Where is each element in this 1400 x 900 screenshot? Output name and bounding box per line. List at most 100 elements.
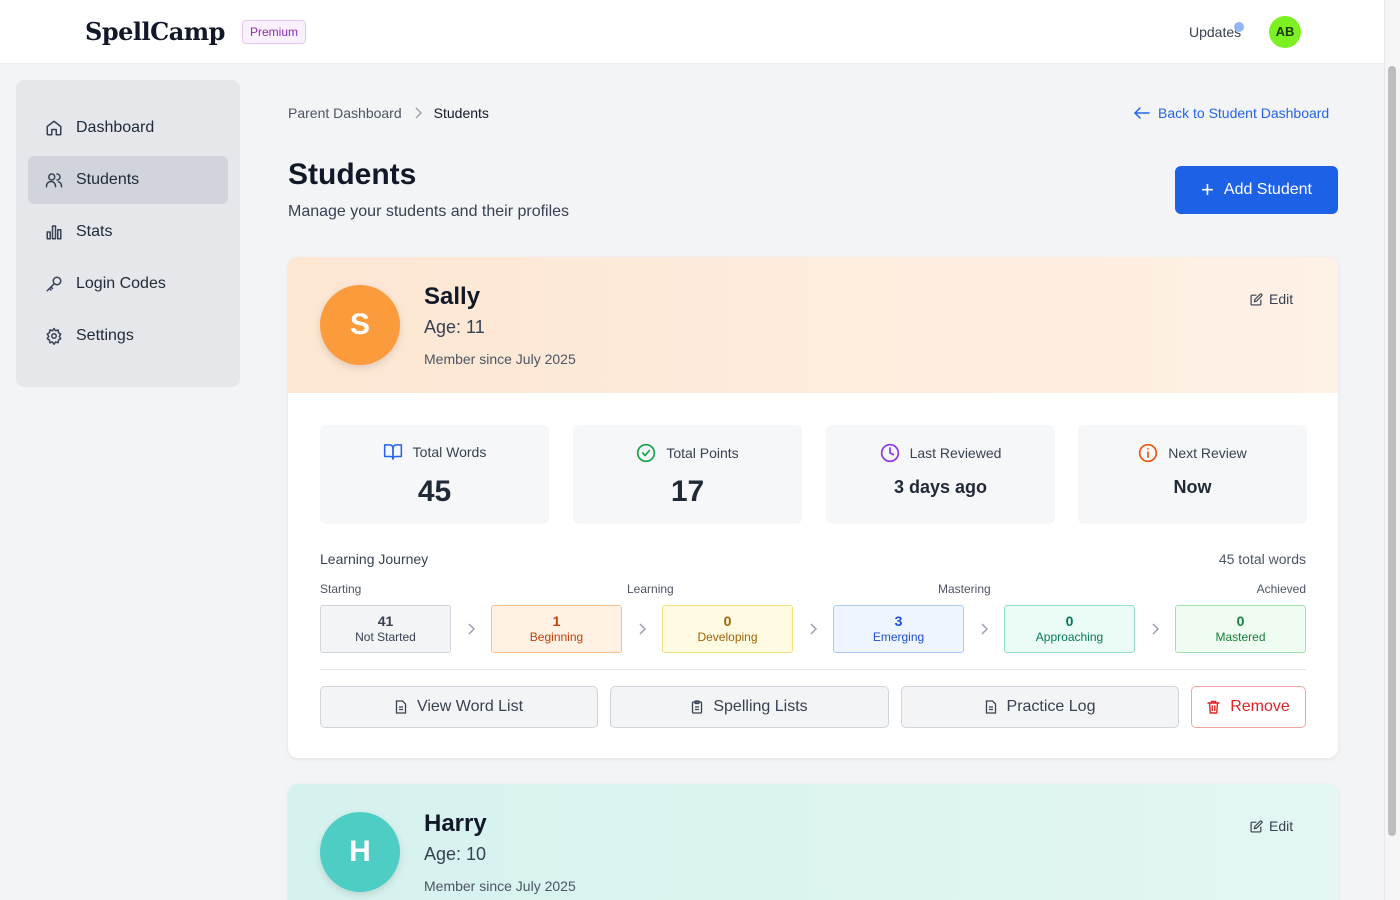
stage-count: 0 [1065, 613, 1074, 629]
student-name: Sally [424, 283, 481, 310]
stage-count: 0 [723, 613, 732, 629]
trash-icon [1207, 700, 1220, 714]
stat-value: 45 [417, 475, 452, 508]
chevron-right-icon [414, 107, 422, 119]
stage-not-started: 41 Not Started [320, 605, 451, 653]
learning-journey-title: Learning Journey [320, 551, 429, 567]
stat-value: 3 days ago [893, 477, 988, 497]
stat-next-review: Next Review Now [1078, 425, 1307, 524]
document-icon [395, 700, 407, 714]
sidebar-item-label: Students [76, 171, 140, 188]
chevron-right-icon [981, 623, 989, 635]
action-label: Spelling Lists [713, 698, 808, 715]
stage-count: 1 [552, 613, 561, 629]
action-label: Remove [1230, 698, 1290, 715]
stat-total-words: Total Words 45 [320, 425, 549, 524]
stage-label: Mastered [1215, 630, 1266, 644]
sidebar-item-stats[interactable]: Stats [28, 208, 228, 256]
premium-badge: Premium [242, 20, 307, 44]
updates-notification-dot [1234, 22, 1244, 32]
page-subtitle: Manage your students and their profiles [288, 203, 570, 220]
plus-icon: + [1201, 177, 1214, 202]
edit-icon [1250, 819, 1263, 833]
stage-label: Approaching [1035, 630, 1104, 644]
breadcrumb: Parent Dashboard Students [288, 105, 489, 121]
top-bar: SpellCamp Premium Updates AB [0, 0, 1384, 64]
back-to-student-dashboard-link[interactable]: Back to Student Dashboard [1134, 105, 1329, 121]
sidebar-item-label: Login Codes [76, 275, 166, 292]
chevron-right-icon [639, 623, 647, 635]
sidebar-item-label: Settings [76, 327, 134, 344]
breadcrumb-current: Students [433, 105, 489, 121]
member-since: Member since July 2025 [424, 878, 576, 894]
action-label: Practice Log [1006, 698, 1096, 715]
stat-label: Total Points [666, 445, 739, 461]
add-student-label: Add Student [1223, 181, 1312, 198]
remove-student-button[interactable]: Remove [1191, 686, 1306, 728]
stage-label: Emerging [872, 630, 925, 644]
learning-journey-total: 45 total words [1218, 551, 1306, 567]
stage-beginning: 1 Beginning [491, 605, 622, 653]
stage-approaching: 0 Approaching [1004, 605, 1135, 653]
chevron-right-icon [810, 623, 818, 635]
stat-last-reviewed: Last Reviewed 3 days ago [826, 425, 1055, 524]
stage-mastered: 0 Mastered [1175, 605, 1306, 653]
edit-student-button[interactable]: Edit [1250, 291, 1293, 307]
sidebar-item-login-codes[interactable]: Login Codes [28, 260, 228, 308]
users-icon [45, 173, 63, 188]
student-card-header: H Harry Age: 10 Member since July 2025 E… [288, 784, 1338, 900]
view-word-list-button[interactable]: View Word List [320, 686, 598, 728]
spelling-lists-button[interactable]: Spelling Lists [610, 686, 889, 728]
student-card: S Sally Age: 11 Member since July 2025 E… [288, 257, 1338, 758]
divider [320, 669, 1306, 670]
back-link-label: Back to Student Dashboard [1158, 105, 1330, 121]
stage-count: 41 [377, 613, 394, 629]
stat-total-points: Total Points 17 [573, 425, 802, 524]
gear-icon [46, 327, 62, 345]
stage-label: Developing [697, 630, 758, 644]
edit-label: Edit [1269, 818, 1294, 834]
student-name: Harry [424, 810, 487, 837]
phase-label: Starting [320, 582, 362, 596]
edit-student-button[interactable]: Edit [1250, 818, 1293, 834]
stage-count: 3 [894, 613, 903, 629]
stat-value: 17 [670, 475, 705, 508]
stat-label: Last Reviewed [909, 445, 1002, 461]
check-circle-icon [637, 443, 656, 463]
add-student-button[interactable]: + Add Student [1175, 166, 1338, 214]
stage-developing: 0 Developing [662, 605, 793, 653]
student-card: H Harry Age: 10 Member since July 2025 E… [288, 784, 1338, 900]
stage-label: Not Started [355, 630, 416, 644]
phase-label: Achieved [1256, 582, 1306, 596]
edit-label: Edit [1269, 291, 1294, 307]
sidebar-item-settings[interactable]: Settings [28, 312, 228, 360]
page-title: Students [288, 158, 417, 191]
stat-label: Total Words [412, 443, 487, 460]
practice-log-button[interactable]: Practice Log [901, 686, 1179, 728]
info-icon [1139, 443, 1158, 463]
student-card-header: S Sally Age: 11 Member since July 2025 E… [288, 257, 1338, 393]
document-icon [985, 700, 996, 714]
app-logo[interactable]: SpellCamp [85, 17, 225, 46]
sidebar-item-dashboard[interactable]: Dashboard [28, 104, 228, 152]
student-avatar: H [320, 812, 400, 892]
key-icon [46, 276, 62, 292]
stage-count: 0 [1236, 613, 1245, 629]
sidebar: Dashboard Students Stats Login Codes Set… [16, 80, 240, 387]
chevron-right-icon [1152, 623, 1160, 635]
sidebar-item-students[interactable]: Students [28, 156, 228, 204]
stage-emerging: 3 Emerging [833, 605, 964, 653]
stat-label: Next Review [1168, 445, 1247, 461]
chevron-right-icon [468, 623, 476, 635]
user-avatar[interactable]: AB [1269, 16, 1301, 48]
breadcrumb-parent[interactable]: Parent Dashboard [288, 105, 402, 121]
edit-icon [1250, 292, 1263, 306]
home-icon [46, 120, 62, 136]
scrollbar-thumb[interactable] [1388, 66, 1396, 836]
action-label: View Word List [416, 698, 524, 715]
stage-label: Beginning [529, 630, 584, 644]
sidebar-item-label: Stats [76, 223, 113, 240]
phase-label: Learning [627, 582, 674, 596]
student-avatar: S [320, 285, 400, 365]
arrow-left-icon [1134, 107, 1150, 119]
